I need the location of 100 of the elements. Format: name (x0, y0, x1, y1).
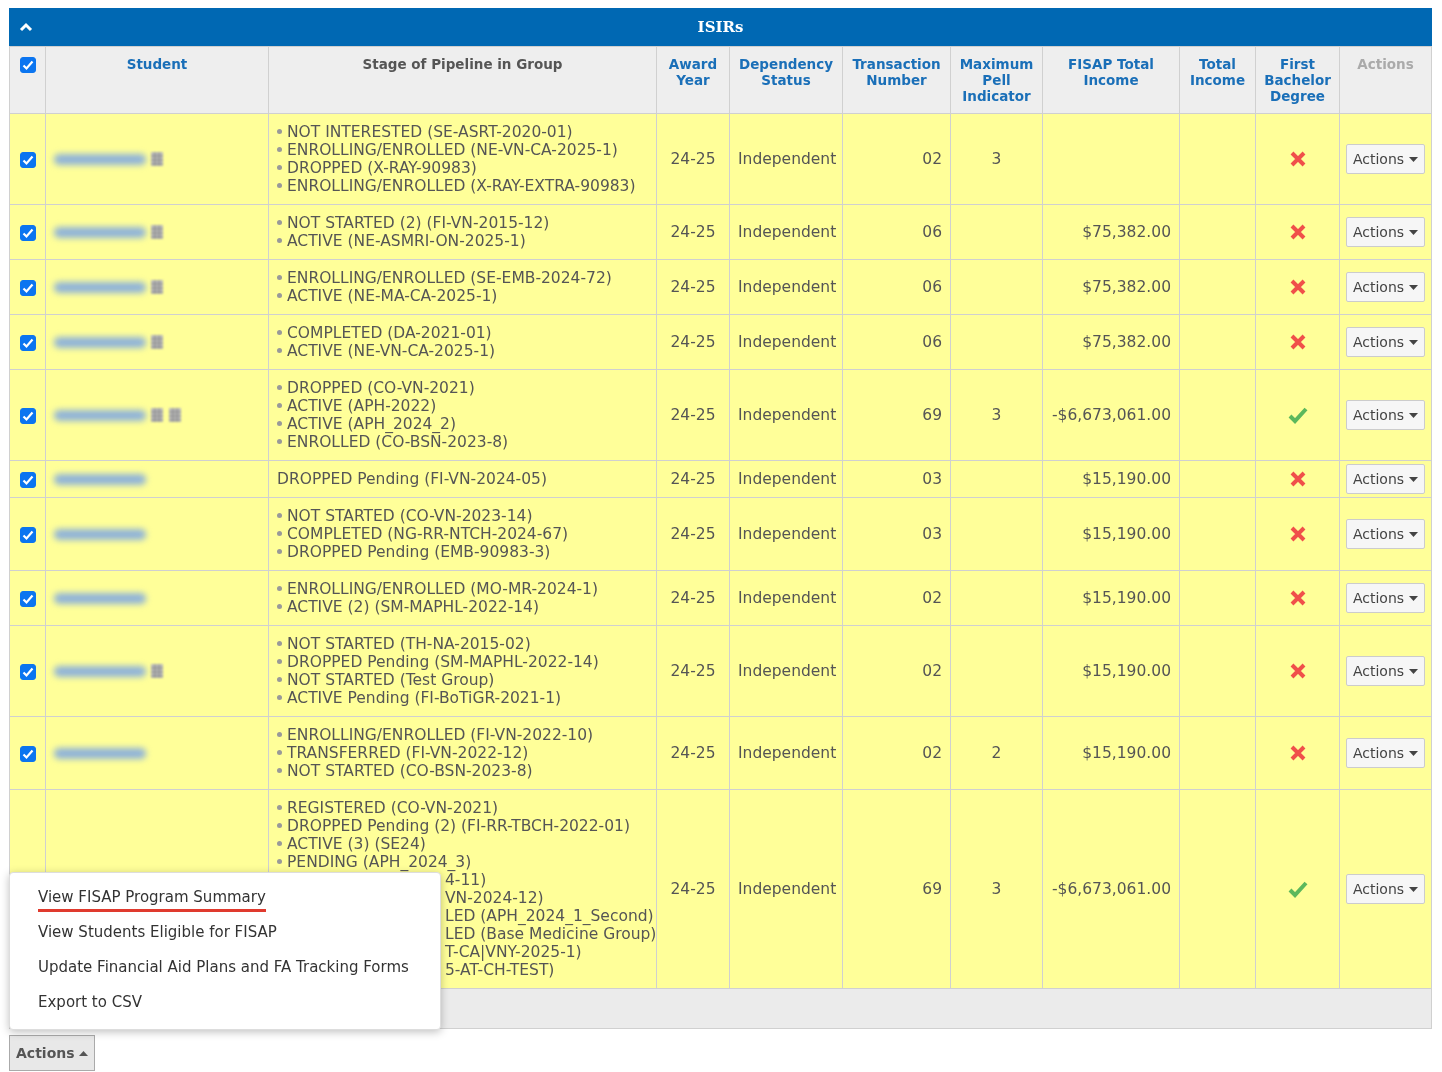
stage-entry: NOT STARTED (CO-VN-2023-14) (287, 507, 533, 525)
bullet (277, 438, 282, 444)
actions-button[interactable]: Actions (1345, 583, 1426, 613)
bullet (277, 530, 282, 536)
bullet (277, 128, 282, 134)
column-header[interactable]: Total Income (1179, 46, 1256, 114)
column-header[interactable]: First Bachelor Degree (1255, 46, 1340, 114)
menu-item[interactable]: View FISAP Program Summary (10, 881, 440, 916)
stage-entry: DROPPED Pending (SM-MAPHL-2022-14) (287, 653, 599, 671)
column-header[interactable]: Transaction Number (842, 46, 951, 114)
stage-entry: ACTIVE (APH_2024_2) (287, 415, 457, 433)
bullet (277, 585, 282, 591)
bullet (277, 694, 282, 700)
table-cell: 06 (842, 204, 951, 260)
table-cell: 02 (842, 113, 951, 205)
stage-entry: LED (Base Medicine Group) (445, 925, 657, 943)
stage-entry: NOT STARTED (2) (FI-VN-2015-12) (287, 214, 550, 232)
actions-button[interactable]: Actions (1345, 519, 1426, 549)
bullet (277, 402, 282, 408)
stage-entry: NOT STARTED (Test Group) (287, 671, 495, 689)
bullet (277, 676, 282, 682)
checkbox[interactable] (19, 151, 36, 168)
menu-item[interactable]: Update Financial Aid Plans and FA Tracking Forms (10, 951, 440, 986)
caret-icon (1409, 886, 1419, 892)
stage-entry: LED (APH_2024_1_Second) (445, 907, 654, 925)
actions-button[interactable]: Actions (1345, 400, 1426, 430)
checkbox[interactable] (19, 590, 36, 607)
actions-button[interactable]: Actions (1345, 464, 1426, 494)
table-cell: 24-25 (656, 204, 730, 260)
column-header[interactable]: Maximum Pell Indicator (950, 46, 1043, 114)
table-cell: $15,190.00 (1042, 460, 1180, 498)
table-cell: 3 (950, 369, 1043, 461)
actions-button[interactable]: Actions (1345, 144, 1426, 174)
collapse-icon[interactable] (19, 21, 33, 33)
bullet (277, 731, 282, 737)
stage-entry: TRANSFERRED (FI-VN-2022-12) (287, 744, 529, 762)
checkbox[interactable] (19, 224, 36, 241)
menu-item[interactable]: Export to CSV (10, 986, 440, 1021)
table-cell: -$6,673,061.00 (1042, 789, 1180, 989)
table-cell: 24-25 (656, 314, 730, 370)
bullet (277, 840, 282, 846)
caret-icon (1409, 412, 1419, 418)
checkbox[interactable] (19, 407, 36, 424)
column-header[interactable]: Award Year (656, 46, 730, 114)
column-header[interactable]: Dependency Status (729, 46, 843, 114)
table-cell: 03 (842, 460, 951, 498)
table-cell: $15,190.00 (1042, 625, 1180, 717)
bullet (277, 292, 282, 298)
column-header[interactable]: FISAP Total Income (1042, 46, 1180, 114)
checkbox[interactable] (19, 745, 36, 762)
actions-button[interactable]: Actions (1345, 738, 1426, 768)
actions-button[interactable]: Actions (1345, 874, 1426, 904)
stage-entry: DROPPED (CO-VN-2021) (287, 379, 475, 397)
column-header[interactable]: Student (45, 46, 269, 114)
caret-icon (1409, 531, 1419, 537)
checkbox[interactable] (19, 663, 36, 680)
table-cell: $15,190.00 (1042, 570, 1180, 626)
checkbox[interactable] (19, 57, 36, 73)
bullet (277, 822, 282, 828)
bullet (277, 548, 282, 554)
checkbox[interactable] (19, 279, 36, 296)
stage-entry: T-CA|VNY-2025-1) (445, 943, 582, 961)
bullet (277, 804, 282, 810)
column-header: Actions (1339, 46, 1432, 114)
actions-button[interactable]: Actions (1345, 272, 1426, 302)
stage-entry: ACTIVE (NE-MA-CA-2025-1) (287, 287, 498, 305)
checkbox[interactable] (19, 334, 36, 351)
caret-icon (1409, 595, 1419, 601)
menu-item[interactable]: View Students Eligible for FISAP (10, 916, 440, 951)
bullet (277, 858, 282, 864)
actions-button[interactable]: Actions (1345, 217, 1426, 247)
caret-icon (1409, 284, 1419, 290)
bullet (277, 658, 282, 664)
table-cell: Independent (729, 369, 843, 461)
table-cell: Independent (729, 497, 843, 571)
actions-button[interactable]: Actions (9, 1035, 95, 1071)
bullet (277, 237, 282, 243)
stage-entry: ENROLLING/ENROLLED (SE-EMB-2024-72) (287, 269, 612, 287)
checkbox[interactable] (19, 526, 36, 543)
stage-entry: ENROLLING/ENROLLED (X-RAY-EXTRA-90983) (287, 177, 636, 195)
checkbox[interactable] (19, 471, 36, 488)
stage-entry: NOT STARTED (CO-BSN-2023-8) (287, 762, 533, 780)
actions-button[interactable]: Actions (1345, 327, 1426, 357)
table-cell: $15,190.00 (1042, 716, 1180, 790)
table-cell: 24-25 (656, 460, 730, 498)
table-cell: 24-25 (656, 716, 730, 790)
stage-entry: NOT INTERESTED (SE-ASRT-2020-01) (287, 123, 573, 141)
stage-entry: ENROLLING/ENROLLED (MO-MR-2024-1) (287, 580, 598, 598)
caret-icon (1409, 750, 1419, 756)
table-cell: Independent (729, 314, 843, 370)
bullet (277, 749, 282, 755)
stage-entry: ENROLLING/ENROLLED (FI-VN-2022-10) (287, 726, 594, 744)
actions-button[interactable]: Actions (1345, 656, 1426, 686)
caret-icon (1409, 229, 1419, 235)
table-cell: 02 (842, 716, 951, 790)
table-cell: 69 (842, 369, 951, 461)
bullet (277, 640, 282, 646)
table-cell: Independent (729, 113, 843, 205)
bullet (277, 219, 282, 225)
table-cell: $75,382.00 (1042, 204, 1180, 260)
